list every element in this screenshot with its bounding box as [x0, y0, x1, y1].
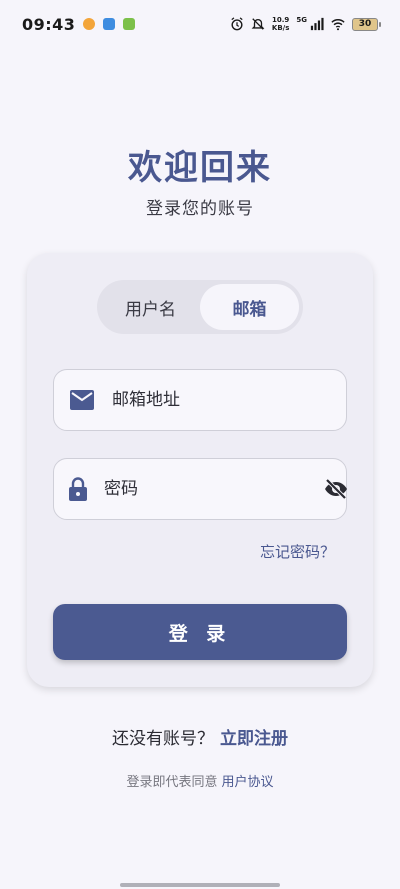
- status-bar-right: 10.9 KB/s 5G 30: [230, 16, 381, 32]
- home-indicator[interactable]: [120, 883, 280, 887]
- status-bar: 09:43 10.9 KB/s 5G 30: [0, 0, 400, 48]
- forgot-password-link[interactable]: 忘记密码？: [260, 541, 335, 562]
- register-row: 还没有账号？ 立即注册: [0, 724, 400, 749]
- password-field[interactable]: [53, 458, 347, 520]
- network-speed-value: 10.9: [271, 16, 290, 24]
- frog-app-icon: [123, 18, 136, 30]
- login-mode-switch: 用户名 邮箱: [97, 280, 303, 334]
- page-title: 欢迎回来: [128, 148, 272, 188]
- wifi-icon: [331, 19, 345, 31]
- no-account-text: 还没有账号？: [112, 729, 214, 749]
- email-input[interactable]: [112, 390, 332, 410]
- tab-username[interactable]: 用户名: [101, 284, 200, 330]
- login-button[interactable]: 登 录: [53, 604, 347, 660]
- network-type: 5G: [296, 16, 307, 24]
- email-field[interactable]: [53, 369, 347, 431]
- cat-app-icon: [83, 18, 96, 30]
- message-app-icon: [103, 18, 116, 30]
- status-time: 09:43: [22, 14, 76, 34]
- agreement-row: 登录即代表同意 用户协议: [0, 771, 400, 790]
- page-subtitle: 登录您的账号: [146, 199, 254, 219]
- password-input[interactable]: [104, 479, 323, 499]
- login-card: 用户名 邮箱 邮箱地址 忘记密码？ 登 录: [27, 253, 373, 687]
- user-agreement-link[interactable]: 用户协议: [222, 775, 274, 790]
- network-speed: 10.9 KB/s: [272, 16, 289, 32]
- mail-icon: [68, 386, 96, 414]
- alarm-icon: [231, 17, 243, 31]
- lock-icon: [68, 475, 88, 503]
- tab-email[interactable]: 邮箱: [200, 284, 299, 330]
- agreement-text: 登录即代表同意: [126, 775, 218, 790]
- register-link[interactable]: 立即注册: [220, 729, 288, 749]
- battery-level: 30: [358, 19, 372, 29]
- mute-bell-icon: [251, 18, 265, 30]
- status-bar-left: 09:43: [22, 14, 136, 34]
- eye-off-icon[interactable]: [323, 475, 349, 503]
- signal-icon: [310, 17, 324, 31]
- battery-icon: 30: [352, 17, 381, 31]
- network-speed-unit: KB/s: [271, 24, 290, 32]
